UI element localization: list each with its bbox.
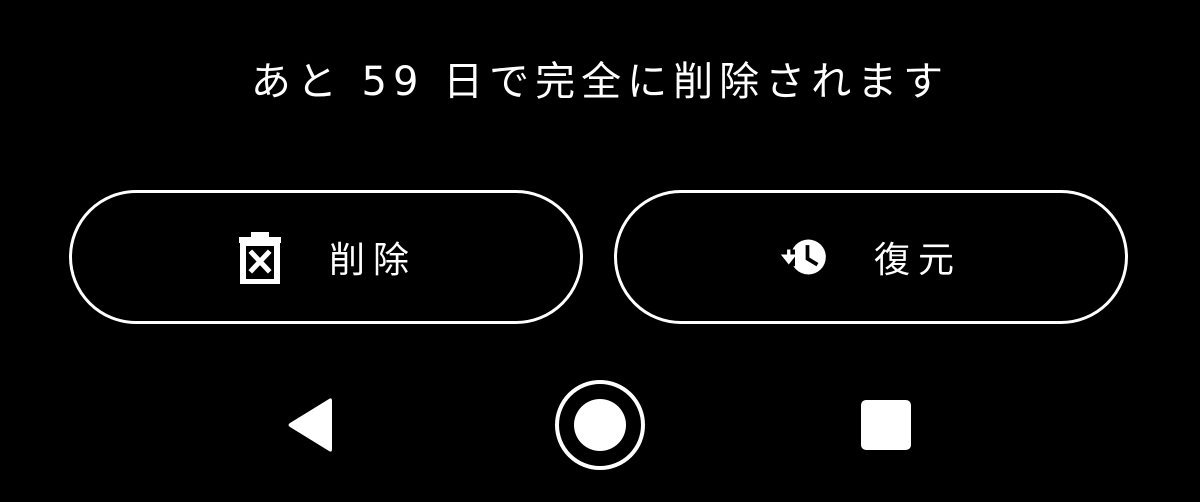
restore-button[interactable]: 復元 bbox=[614, 190, 1128, 324]
history-icon bbox=[780, 229, 830, 285]
recents-button[interactable] bbox=[831, 370, 941, 480]
trash-icon bbox=[235, 229, 285, 285]
delete-button[interactable]: 削除 bbox=[69, 190, 583, 324]
home-button[interactable] bbox=[545, 370, 655, 480]
delete-label: 削除 bbox=[328, 240, 417, 281]
recents-icon bbox=[861, 400, 911, 450]
restore-label: 復元 bbox=[873, 240, 962, 281]
system-navigation-bar bbox=[0, 370, 1200, 480]
trash-item-screen: あと 59 日で完全に削除されます 削除 復元 bbox=[0, 0, 1200, 502]
back-icon bbox=[288, 398, 332, 452]
home-icon bbox=[555, 380, 645, 470]
back-button[interactable] bbox=[255, 370, 365, 480]
deletion-notice: あと 59 日で完全に削除されます bbox=[250, 59, 950, 105]
